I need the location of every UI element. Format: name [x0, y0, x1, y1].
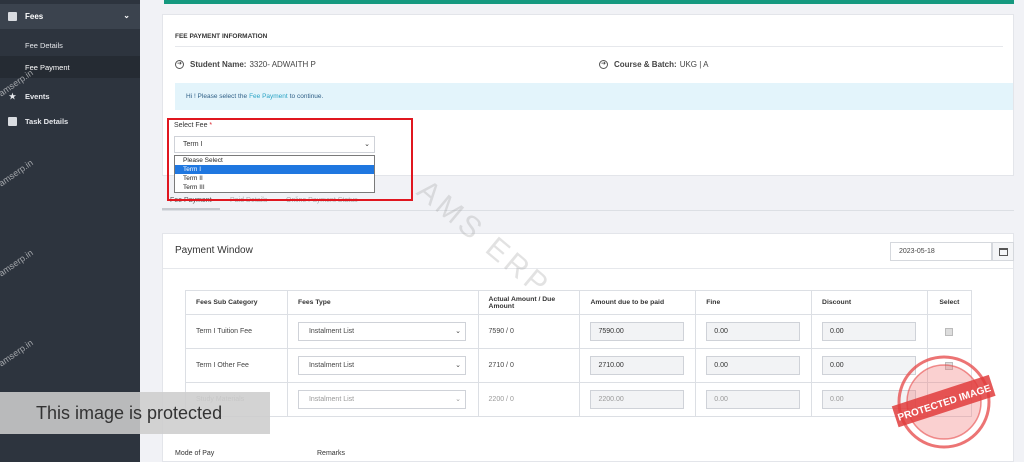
actual-due-amount: 7590 / 0: [477, 314, 581, 349]
chevron-down-icon: ⌄: [455, 396, 461, 403]
column-header: Fine: [695, 290, 813, 315]
protected-stamp: PROTECTED IMAGE: [891, 355, 996, 449]
course-batch-label: Course & Batch:: [614, 60, 677, 69]
amount-due-input[interactable]: 7590.00: [590, 322, 685, 341]
column-header: Fees Sub Category: [185, 290, 288, 315]
arrow-right-circle-icon: ➜: [175, 60, 184, 69]
fine-input[interactable]: 0.00: [706, 322, 801, 341]
fees-type-value: Instalment List: [308, 362, 355, 369]
amount-due-input[interactable]: 2200.00: [590, 390, 685, 409]
fees-type-select[interactable]: Instalment List ⌄: [297, 390, 466, 409]
fine-input[interactable]: 0.00: [706, 390, 801, 409]
sidebar-item-label: Fee Details: [25, 40, 63, 50]
wallet-icon: [8, 12, 17, 21]
sidebar-item-fee-details[interactable]: Fee Details: [0, 34, 140, 56]
sidebar-watermark: amserp.in: [0, 247, 35, 279]
actual-due-amount: 2710 / 0: [477, 348, 581, 383]
sidebar-item-label: Events: [25, 91, 50, 101]
sidebar-item-label: Fee Payment: [25, 62, 70, 72]
column-header: Amount due to be paid: [579, 290, 697, 315]
fees-type-select[interactable]: Instalment List ⌄: [297, 356, 466, 375]
actual-due-amount: 2200 / 0: [477, 382, 581, 417]
chevron-down-icon: ⌄: [455, 328, 461, 335]
divider: [175, 46, 1003, 47]
table-row: Term I Tuition Fee Instalment List ⌄ 7590…: [185, 314, 973, 349]
sidebar-item-label: Fees: [25, 12, 44, 21]
table-row: Study Materials Instalment List⌄ 2200 / …: [185, 382, 973, 417]
discount-input[interactable]: 0.00: [822, 322, 917, 341]
chevron-down-icon: ⌄: [123, 11, 130, 20]
fees-table: Fees Sub Category Fees Type Actual Amoun…: [185, 290, 973, 417]
info-title: FEE PAYMENT INFORMATION: [175, 33, 268, 40]
sidebar-item-events[interactable]: ★ Events: [0, 84, 140, 108]
remarks-label: Remarks: [317, 450, 346, 457]
chevron-down-icon: ⌄: [455, 362, 461, 369]
amount-due-input[interactable]: 2710.00: [590, 356, 685, 375]
sidebar-watermark: amserp.in: [0, 157, 35, 189]
fee-category: Term I Tuition Fee: [185, 314, 288, 349]
payment-window-card: Payment Window 2023-05-18 Fees Sub Categ…: [162, 233, 1014, 462]
student-name-label: Student Name:: [190, 60, 247, 69]
course-batch: ➜ Course & Batch: UKG | A: [599, 60, 708, 69]
table-row: Term I Other Fee Instalment List ⌄ 2710 /…: [185, 348, 973, 383]
column-header: Discount: [811, 290, 928, 315]
calendar-icon: [998, 247, 1008, 256]
mode-of-pay-label: Mode of Pay: [175, 450, 215, 457]
fees-type-value: Instalment List: [308, 396, 355, 403]
clipboard-icon: [8, 116, 17, 126]
fees-type-value: Instalment List: [308, 328, 355, 335]
sidebar-watermark: amserp.in: [0, 337, 35, 369]
tab-underline: [162, 208, 220, 210]
course-batch-value: UKG | A: [679, 60, 709, 69]
payment-date-input[interactable]: 2023-05-18: [890, 242, 992, 261]
column-header: Select: [926, 290, 973, 315]
select-checkbox[interactable]: [945, 327, 954, 336]
alert-link[interactable]: Fee Payment: [249, 93, 288, 100]
info-alert: Hi ! Please select the Fee Payment to co…: [175, 83, 1013, 110]
alert-text: to continue.: [289, 93, 324, 100]
protected-banner: This image is protected: [0, 392, 270, 434]
column-header: Fees Type: [286, 290, 479, 315]
payment-window-title: Payment Window: [175, 245, 253, 256]
alert-text: Hi ! Please select the: [186, 93, 248, 100]
arrow-right-circle-icon: ➜: [599, 60, 608, 69]
table-header-row: Fees Sub Category Fees Type Actual Amoun…: [185, 290, 973, 315]
top-accent-bar: [164, 0, 1014, 4]
fee-category: Term I Other Fee: [185, 348, 288, 383]
sidebar-item-task-details[interactable]: Task Details: [0, 109, 140, 133]
highlight-box: [167, 118, 413, 201]
calendar-button[interactable]: [992, 242, 1014, 261]
divider: [163, 268, 1013, 269]
fees-type-select[interactable]: Instalment List ⌄: [297, 322, 466, 341]
fine-input[interactable]: 0.00: [706, 356, 801, 375]
student-name-value: 3320- ADWAITH P: [249, 60, 316, 69]
sidebar-item-fees[interactable]: Fees ⌄: [0, 4, 140, 29]
student-name: ➜ Student Name: 3320- ADWAITH P: [175, 60, 316, 69]
sidebar-item-label: Task Details: [25, 116, 69, 126]
